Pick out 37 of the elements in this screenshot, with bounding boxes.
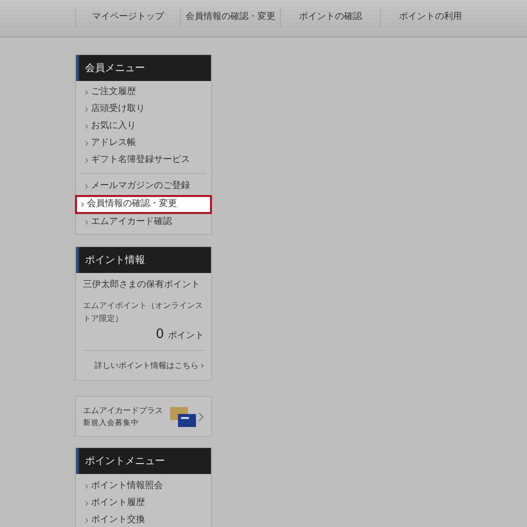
chevron-right-icon — [198, 412, 204, 422]
panel-header: ポイントメニュー — [76, 448, 211, 474]
chevron-right-icon — [85, 90, 88, 95]
chevron-right-icon — [85, 518, 88, 523]
owner-text: 三伊太郎さまの保有ポイント — [83, 279, 201, 292]
chevron-right-icon — [85, 501, 88, 506]
details-link[interactable]: 詳しいポイント情報はこちら › — [83, 360, 204, 372]
panel-header: 会員メニュー — [76, 55, 211, 81]
menu-item[interactable]: お気に入り — [81, 118, 206, 135]
nav-link[interactable]: ポイントの利用 — [380, 9, 480, 27]
chevron-right-icon — [85, 107, 88, 112]
panel-header: ポイント情報 — [76, 247, 211, 273]
point-value: 0 — [156, 326, 164, 344]
menu-item[interactable]: エムアイカード確認 — [81, 214, 206, 231]
menu-item[interactable]: ポイント履歴 — [81, 495, 206, 512]
menu-item[interactable]: メールマガジンのご登録 — [81, 178, 206, 195]
chevron-right-icon — [85, 158, 88, 163]
menu-item[interactable]: ポイント交換 — [81, 512, 206, 527]
chevron-right-icon — [81, 202, 84, 207]
menu-item[interactable]: 会員情報の確認・変更 — [75, 195, 212, 214]
menu-item[interactable]: 店頭受け取り — [81, 101, 206, 118]
chevron-right-icon — [85, 184, 88, 189]
banner-title: エムアイカードプラス — [83, 404, 164, 417]
chevron-right-icon — [85, 141, 88, 146]
point-unit: ポイント — [168, 330, 204, 342]
point-label: エムアイポイント（オンラインストア限定） — [83, 300, 204, 324]
menu-item[interactable]: アドレス帳 — [81, 135, 206, 152]
credit-card-icon — [170, 406, 196, 426]
nav-link[interactable]: マイページトップ — [75, 9, 180, 27]
menu-item[interactable]: ギフト名簿登録サービス — [81, 152, 206, 169]
nav-link[interactable]: 会員情報の確認・変更 — [180, 9, 280, 27]
chevron-right-icon — [85, 220, 88, 225]
nav-link[interactable]: ポイントの確認 — [280, 9, 380, 27]
chevron-right-icon — [85, 124, 88, 129]
menu-item[interactable]: ご注文履歴 — [81, 84, 206, 101]
menu-item[interactable]: ポイント情報照会 — [81, 478, 206, 495]
chevron-right-icon — [85, 484, 88, 489]
